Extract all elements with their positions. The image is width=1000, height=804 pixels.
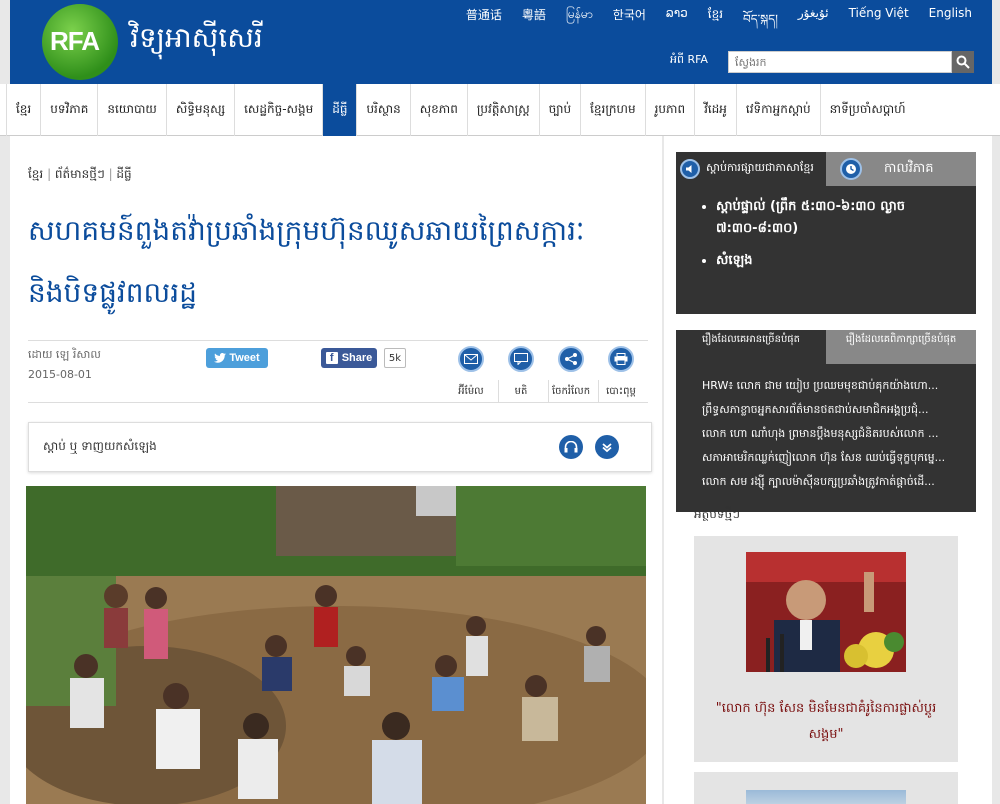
speaker-icon (680, 159, 700, 179)
nav-history[interactable]: ប្រវត្តិសាស្ត្រ (466, 84, 539, 136)
envelope-icon (464, 354, 478, 364)
feature-card-2[interactable] (694, 772, 958, 804)
lang-burmese[interactable]: မြန်မာ (566, 6, 593, 40)
popular-item[interactable]: HRW៖ លោក ជាម យៀប ប្រឈមមុខជាប់គុកយ៉ាងហោ..… (702, 374, 972, 398)
site-header: RFA វិទ្យុអាស៊ីសេរី 普通话 粵語 မြန်မာ 한국어 ລາ… (10, 0, 992, 84)
popular-stories-box: រឿងដែលគេអានច្រើនបំផុត រឿងដែលគេពិភាក្សាច្… (676, 330, 976, 512)
breadcrumb: ខ្មែរ | ព័ត៌មានថ្មីៗ | ដីធ្លី (28, 167, 132, 181)
nav-khmer[interactable]: ខ្មែរ (6, 84, 40, 136)
language-bar: 普通话 粵語 မြန်မာ 한국어 ລາວ ខ្មែរ བོད་སྐད། ئۇي… (446, 6, 972, 40)
search-input[interactable] (728, 51, 952, 73)
print-label: បោះពុម្ព (606, 386, 636, 397)
nav-human-rights[interactable]: សិទ្ធិមនុស្ស (165, 84, 234, 136)
lang-mandarin[interactable]: 普通话 (466, 6, 502, 40)
live-radio-box: ស្ដាប់ការផ្សាយជាភាសាខ្មែរ កាលវិភាគ ស្ដាប… (676, 152, 976, 314)
popular-item[interactable]: លោក ហោ ណាំហុង ព្រមានប្ដឹងមនុស្សជំនិតរបស់… (702, 422, 972, 446)
about-rfa-link[interactable]: អំពី RFA (670, 53, 708, 69)
search-button[interactable] (952, 51, 974, 73)
nav-politics[interactable]: នយោបាយ (97, 84, 166, 136)
article-date: 2015-08-01 (28, 368, 92, 381)
article-headline: សហគមន៍ពួងតវ៉ាប្រឆាំងក្រុមហ៊ុនឈូសឆាយព្រៃស… (28, 214, 585, 309)
nav-analysis[interactable]: បទវិភាគ (40, 84, 97, 136)
popular-item[interactable]: ព្រឹទ្ធសភាខ្លាចអ្នកសារព័ត៌មានថតជាប់សមាជិ… (702, 398, 972, 422)
article-column: ខ្មែរ | ព័ត៌មានថ្មីៗ | ដីធ្លី សហគមន៍ពួងត… (10, 136, 662, 804)
popular-list: HRW៖ លោក ជាម យៀប ប្រឈមមុខជាប់គុកយ៉ាងហោ..… (702, 374, 972, 494)
clock-icon (840, 158, 862, 180)
nav-economy-society[interactable]: សេដ្ឋកិច្ច-សង្គម (234, 84, 322, 136)
share-tool-label: ចែករំលែក (551, 386, 591, 397)
share-icon (565, 353, 577, 365)
search-icon (956, 55, 970, 69)
share-count: 5k (384, 348, 406, 368)
facebook-icon: f (325, 352, 338, 364)
popular-item[interactable]: សភាអាមេរិកឈ្លក់ញៀលោក ហ៊ុន សែន ឈប់ធ្វើទុក… (702, 446, 972, 470)
meta-divider-bottom (28, 402, 648, 403)
nav-law[interactable]: ច្បាប់ (538, 84, 580, 136)
lang-vietnamese[interactable]: Tiếng Việt (849, 6, 909, 40)
nav-weekly[interactable]: នាទីប្រចាំសប្ដាហ៍ (819, 84, 915, 136)
share-label: Share (341, 352, 373, 364)
article-photo (26, 486, 646, 804)
nav-video[interactable]: វីដេអូ (694, 84, 736, 136)
lang-khmer[interactable]: ខ្មែរ (708, 6, 723, 40)
audio-link[interactable]: សំឡេង (716, 250, 966, 272)
rfa-logo-text[interactable]: RFA (50, 26, 100, 57)
speaker-portrait-image (746, 552, 906, 672)
tab-schedule-label: កាលវិភាគ (884, 160, 934, 176)
feature-card[interactable]: "លោក ហ៊ុន សែន មិនមែនជាគំរូនៃការផ្លាស់ប្ដ… (694, 536, 958, 762)
article-byline: ដោយ ឡេ រិសាល (28, 348, 101, 361)
lang-english[interactable]: English (929, 6, 972, 40)
email-label: អ៊ីម៉ែល (458, 386, 484, 397)
tweet-label: Tweet (229, 352, 260, 364)
print-tool[interactable]: បោះពុម្ព (596, 346, 646, 399)
nav-environment[interactable]: បរិស្ថាន (356, 84, 409, 136)
tweet-button[interactable]: Tweet (206, 348, 268, 368)
breadcrumb-land[interactable]: ដីធ្លី (116, 167, 131, 181)
lang-korean[interactable]: 한국어 (613, 6, 646, 40)
nav-health[interactable]: សុខភាព (409, 84, 467, 136)
headphones-icon (564, 441, 578, 453)
breadcrumb-news[interactable]: ព័ត៌មានថ្មីៗ (55, 167, 105, 181)
lang-tibetan[interactable]: བོད་སྐད། (743, 6, 778, 40)
comment-tool[interactable]: មតិ (496, 346, 546, 399)
tab-schedule[interactable]: កាលវិភាគ (826, 152, 976, 186)
sidebar: ស្ដាប់ការផ្សាយជាភាសាខ្មែរ កាលវិភាគ ស្ដាប… (664, 136, 992, 804)
tab-listen-live-label: ស្ដាប់ការផ្សាយជាភាសាខ្មែរ (706, 161, 814, 174)
audio-player-box: ស្ដាប់ ឬ ទាញយកសំឡេង (28, 422, 652, 472)
site-name[interactable]: វិទ្យុអាស៊ីសេរី (130, 20, 263, 61)
chevron-down-icon (602, 443, 612, 453)
share-tool[interactable]: ចែករំលែក (546, 346, 596, 399)
tab-most-read[interactable]: រឿងដែលគេអានច្រើនបំផុត (676, 330, 826, 364)
nav-photos[interactable]: រូបភាព (644, 84, 694, 136)
comment-icon (514, 353, 528, 365)
feature-caption[interactable]: "លោក ហ៊ុន សែន មិនមែនជាគំរូនៃការផ្លាស់ប្ដ… (704, 696, 948, 748)
live-stream-link[interactable]: ស្ដាប់ផ្ទាល់ (ព្រឹក ៥:៣០-៦:៣០ ល្ងាច ៧:៣០… (716, 196, 966, 240)
recent-articles-title: អត្ថបទថ្មីៗ (694, 507, 740, 521)
villagers-meeting-image (26, 486, 646, 804)
feature-image-2[interactable] (746, 790, 906, 804)
tab-listen-live[interactable]: ស្ដាប់ការផ្សាយជាភាសាខ្មែរ (676, 152, 826, 186)
lang-lao[interactable]: ລາວ (666, 6, 688, 40)
tab-most-discussed[interactable]: រឿងដែលគេពិភាក្សាច្រើនបំផុត (826, 330, 976, 364)
printer-icon (614, 353, 628, 365)
nav-khmer-rouge[interactable]: ខ្មែរក្រហម (580, 84, 644, 136)
twitter-bird-icon (214, 353, 227, 363)
feature-image[interactable] (746, 552, 906, 672)
comment-label: មតិ (514, 386, 528, 397)
nav-land[interactable]: ដីធ្លី (322, 84, 357, 136)
headphones-button[interactable] (559, 435, 583, 459)
lang-uyghur[interactable]: ئۇيغۇر (798, 6, 829, 40)
nav-listener-forum[interactable]: វេទិកាអ្នកស្ដាប់ (735, 84, 820, 136)
lang-cantonese[interactable]: 粵語 (522, 6, 546, 40)
popular-item[interactable]: លោក សម រង្ស៊ី ក្បាលម៉ាស៊ីនបក្សប្រឆាំងត្រ… (702, 470, 972, 494)
email-tool[interactable]: អ៊ីម៉ែល (446, 346, 496, 399)
audio-label: ស្ដាប់ ឬ ទាញយកសំឡេង (43, 439, 157, 453)
breadcrumb-khmer[interactable]: ខ្មែរ (28, 167, 43, 181)
download-button[interactable] (595, 435, 619, 459)
live-list: ស្ដាប់ផ្ទាល់ (ព្រឹក ៥:៣០-៦:៣០ ល្ងាច ៧:៣០… (716, 196, 966, 282)
main-nav: ខ្មែរ បទវិភាគ នយោបាយ សិទ្ធិមនុស្ស សេដ្ឋក… (0, 84, 1000, 136)
meta-divider-top (28, 340, 648, 341)
facebook-share-button[interactable]: f Share (321, 348, 377, 368)
